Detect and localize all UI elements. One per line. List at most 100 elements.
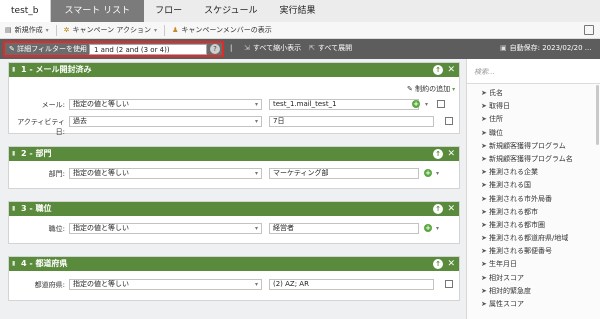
help-icon[interactable]: ? <box>210 44 220 54</box>
field-label: 推測される都市圏 <box>489 220 545 229</box>
advanced-filter-input[interactable]: 1 and (2 and (3 or 4)) <box>89 44 207 55</box>
document-icon: ▤ <box>5 26 12 34</box>
operator-value: 過去 <box>73 117 87 125</box>
list-picker-icon[interactable] <box>445 280 453 288</box>
field-list-item[interactable]: ➤ 新規顧客獲得プログラム名 <box>467 153 600 166</box>
value-input[interactable]: 経営者 <box>269 223 419 234</box>
field-label: 部門: <box>48 170 65 178</box>
field-list-item[interactable]: ➤ 推測される都市 <box>467 206 600 219</box>
move-up-icon[interactable]: ↑ <box>433 65 443 75</box>
wrench-icon: ✎ <box>407 85 413 93</box>
field-list-item[interactable]: ➤ 属性スコア <box>467 298 600 311</box>
tab-program-name[interactable]: test_b <box>0 0 51 22</box>
tab-flow[interactable]: フロー <box>144 0 193 22</box>
field-label: 職位 <box>489 128 503 137</box>
field-list-item[interactable]: ➤ 推測される企業 <box>467 166 600 179</box>
chevron-down-icon[interactable]: ▾ <box>80 44 83 55</box>
filter-card-header[interactable]: ▮ 2 - 部門 ↑ ✕ <box>9 147 459 161</box>
operator-value: 指定の値と等しい <box>73 280 129 288</box>
field-list-item[interactable]: ➤ 氏名 <box>467 87 600 100</box>
operator-select[interactable]: 指定の値と等しい ▾ <box>69 168 262 179</box>
filter-card-header[interactable]: ▮ 1 - メール開封済み ↑ ✕ <box>9 63 459 77</box>
add-value-icon[interactable]: + <box>424 224 432 232</box>
filter-card-header[interactable]: ▮ 3 - 職位 ↑ ✕ <box>9 202 459 216</box>
field-list-item[interactable]: ➤ 生年月日 <box>467 258 600 271</box>
add-value-icon[interactable]: + <box>412 100 420 108</box>
field-list: ➤ 氏名 ➤ 取得日 ➤ 住所 ➤ 職位 ➤ 新規顧客獲得プログラム ➤ 新規顧客獲得プログラム名 ➤ 推… <box>467 87 600 311</box>
show-members-label: キャンペーンメンバーの表示 <box>181 26 272 34</box>
move-up-icon[interactable]: ↑ <box>433 259 443 269</box>
chevron-down-icon: ▾ <box>45 26 49 34</box>
field-list-item[interactable]: ➤ 相対スコア <box>467 272 600 285</box>
operator-select[interactable]: 指定の値と等しい ▾ <box>69 99 262 110</box>
search-input[interactable]: 検索... <box>467 59 600 84</box>
expand-all-button[interactable]: ⇱ すべて展開 <box>309 43 352 54</box>
value-input[interactable]: test_1.mail_test_1 <box>269 99 419 110</box>
field-list-item[interactable]: ➤ 推測される郵便番号 <box>467 245 600 258</box>
collapse-all-button[interactable]: ⇲ すべて縮小表示 <box>244 43 301 54</box>
field-list-item[interactable]: ➤ 新規顧客獲得プログラム <box>467 140 600 153</box>
calendar-icon[interactable] <box>445 117 453 125</box>
drag-handle-icon[interactable]: ▮ <box>12 202 15 216</box>
drag-handle-icon[interactable]: ▮ <box>12 257 15 271</box>
save-icon: ▣ <box>500 44 507 52</box>
field-label: 推測される郵便番号 <box>489 247 552 256</box>
add-constraint-button[interactable]: ✎ 制約の追加 ▾ <box>407 84 455 95</box>
show-members-button[interactable]: ♟ キャンペーンメンバーの表示 <box>167 22 277 39</box>
field-list-item[interactable]: ➤ 推測される都市圏 <box>467 219 600 232</box>
expand-all-label: すべて展開 <box>317 44 353 52</box>
autosave-status: ▣ 自動保存: 2023/02/20 ... <box>500 43 591 54</box>
field-label: 新規顧客獲得プログラム <box>489 141 566 150</box>
campaign-action-button[interactable]: ✲ キャンペーン アクション ▾ <box>59 22 162 39</box>
move-up-icon[interactable]: ↑ <box>433 204 443 214</box>
field-list-item[interactable]: ➤ 取得日 <box>467 100 600 113</box>
chevron-down-icon[interactable]: ▾ <box>436 224 439 234</box>
operator-select[interactable]: 指定の値と等しい ▾ <box>69 223 262 234</box>
value-input[interactable]: マーケティング部 <box>269 168 419 179</box>
close-icon[interactable]: ✕ <box>447 202 455 216</box>
operator-select[interactable]: 指定の値と等しい ▾ <box>69 279 262 290</box>
field-label: 住所 <box>489 115 503 124</box>
tab-results[interactable]: 実行結果 <box>268 0 326 22</box>
filter-arrow-icon: ➤ <box>481 154 487 163</box>
field-label: 推測される企業 <box>489 168 538 177</box>
tab-smart-list[interactable]: スマート リスト <box>50 0 145 22</box>
toolbar-divider <box>164 24 166 36</box>
drag-handle-icon[interactable]: ▮ <box>12 147 15 161</box>
tab-schedule[interactable]: スケジュール <box>193 0 268 22</box>
picker-icon[interactable] <box>437 100 445 108</box>
filter-arrow-icon: ➤ <box>481 141 487 150</box>
field-label: 推測される国 <box>489 181 531 190</box>
field-list-item[interactable]: ➤ 推測される市外局番 <box>467 193 600 206</box>
field-list-item[interactable]: ➤ 推測される国 <box>467 179 600 192</box>
value-input[interactable]: (2) AZ; AR <box>269 279 434 290</box>
advanced-filter-toggle[interactable]: ✎ 詳細フィルターを使用 <box>9 44 87 55</box>
new-button[interactable]: ▤ 新規作成 ▾ <box>0 22 54 39</box>
chevron-down-icon[interactable]: ▾ <box>436 169 439 179</box>
chevron-down-icon[interactable]: ▾ <box>425 100 428 110</box>
add-value-icon[interactable]: + <box>424 169 432 177</box>
field-list-item[interactable]: ➤ 相対的緊急度 <box>467 285 600 298</box>
field-list-item[interactable]: ➤ 推測される都道府県/地域 <box>467 232 600 245</box>
toolbar: ▤ 新規作成 ▾ ✲ キャンペーン アクション ▾ ♟ キャンペーンメンバーの表… <box>0 22 600 39</box>
value-input[interactable]: 7日 <box>269 116 434 127</box>
field-list-item[interactable]: ➤ 住所 <box>467 113 600 126</box>
window-icon[interactable] <box>584 25 594 35</box>
field-panel: 検索... ➤ 氏名 ➤ 取得日 ➤ 住所 ➤ 職位 ➤ 新規顧客獲得プログラム ➤ 新規顧客獲得プロ… <box>466 59 600 319</box>
close-icon[interactable]: ✕ <box>447 63 455 77</box>
close-icon[interactable]: ✕ <box>447 147 455 161</box>
tab-bar: test_b スマート リスト フロー スケジュール 実行結果 <box>0 0 600 22</box>
field-list-item[interactable]: ➤ 職位 <box>467 127 600 140</box>
filter-card-header[interactable]: ▮ 4 - 都道府県 ↑ ✕ <box>9 257 459 271</box>
field-label: 生年月日 <box>489 260 517 269</box>
drag-handle-icon[interactable]: ▮ <box>12 63 15 77</box>
filter-title: 4 - 都道府県 <box>21 259 68 268</box>
field-label: アクティビティ日: <box>17 118 65 136</box>
move-up-icon[interactable]: ↑ <box>433 149 443 159</box>
filter-arrow-icon: ➤ <box>481 273 487 282</box>
campaign-action-label: キャンペーン アクション <box>72 26 152 34</box>
filter-title: 3 - 職位 <box>21 204 52 213</box>
operator-select[interactable]: 過去 ▾ <box>69 116 262 127</box>
toolbar-divider <box>55 24 57 36</box>
close-icon[interactable]: ✕ <box>447 257 455 271</box>
